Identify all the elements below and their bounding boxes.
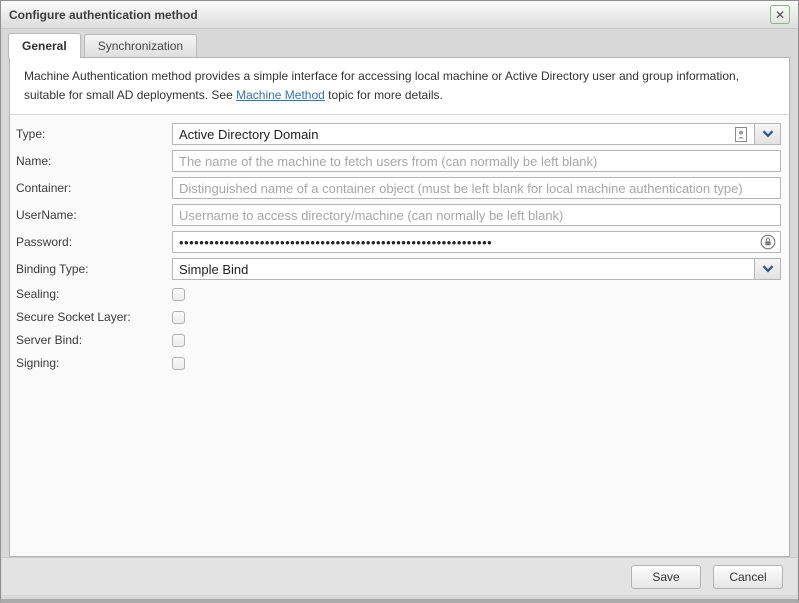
binding-type-label: Binding Type: [16,262,172,276]
name-row: Name: [16,150,781,172]
type-dropdown-trigger[interactable] [754,123,781,145]
close-icon: ✕ [775,9,785,21]
sealing-label: Sealing: [16,287,172,301]
username-row: UserName: [16,204,781,226]
type-combobox-field[interactable]: Active Directory Domain [172,123,754,145]
signing-row: Signing: [16,356,781,370]
footer-toolbar: Save Cancel [2,557,797,595]
binding-type-combobox[interactable]: Simple Bind [172,258,781,280]
ssl-label: Secure Socket Layer: [16,310,172,324]
cancel-button[interactable]: Cancel [713,565,783,589]
type-label: Type: [16,127,172,141]
general-tab-panel: Machine Authentication method provides a… [9,57,790,557]
type-row: Type: Active Directory Domain [16,123,781,145]
signing-checkbox[interactable] [172,357,185,370]
chevron-down-icon [762,125,774,143]
save-button[interactable]: Save [631,565,701,589]
name-input[interactable] [172,150,781,172]
configure-auth-dialog: Configure authentication method ✕ Genera… [0,0,799,603]
sealing-checkbox[interactable] [172,288,185,301]
tab-synchronization[interactable]: Synchronization [84,34,197,57]
tab-general[interactable]: General [8,33,81,58]
server-bind-row: Server Bind: [16,333,781,347]
password-row: Password: [16,231,781,253]
description-text-after: topic for more details. [325,88,443,102]
tab-strip: General Synchronization [1,29,798,57]
container-input[interactable] [172,177,781,199]
type-combobox[interactable]: Active Directory Domain [172,123,781,145]
password-input[interactable] [172,231,781,253]
sealing-row: Sealing: [16,287,781,301]
binding-type-value: Simple Bind [179,262,749,277]
type-value: Active Directory Domain [179,127,735,142]
container-row: Container: [16,177,781,199]
binding-type-combobox-field[interactable]: Simple Bind [172,258,754,280]
description: Machine Authentication method provides a… [10,58,789,115]
user-card-icon [735,127,747,142]
username-label: UserName: [16,208,172,222]
chevron-down-icon [762,260,774,278]
close-button[interactable]: ✕ [770,5,790,24]
name-label: Name: [16,154,172,168]
dialog-titlebar[interactable]: Configure authentication method ✕ [1,1,798,29]
ssl-row: Secure Socket Layer: [16,310,781,324]
username-input[interactable] [172,204,781,226]
binding-type-dropdown-trigger[interactable] [754,258,781,280]
server-bind-label: Server Bind: [16,333,172,347]
binding-type-row: Binding Type: Simple Bind [16,258,781,280]
auth-form: Type: Active Directory Domain [10,115,789,370]
machine-method-link[interactable]: Machine Method [236,88,325,102]
secure-socket-layer-checkbox[interactable] [172,311,185,324]
dialog-title: Configure authentication method [9,8,770,22]
password-label: Password: [16,235,172,249]
container-label: Container: [16,181,172,195]
server-bind-checkbox[interactable] [172,334,185,347]
signing-label: Signing: [16,356,172,370]
